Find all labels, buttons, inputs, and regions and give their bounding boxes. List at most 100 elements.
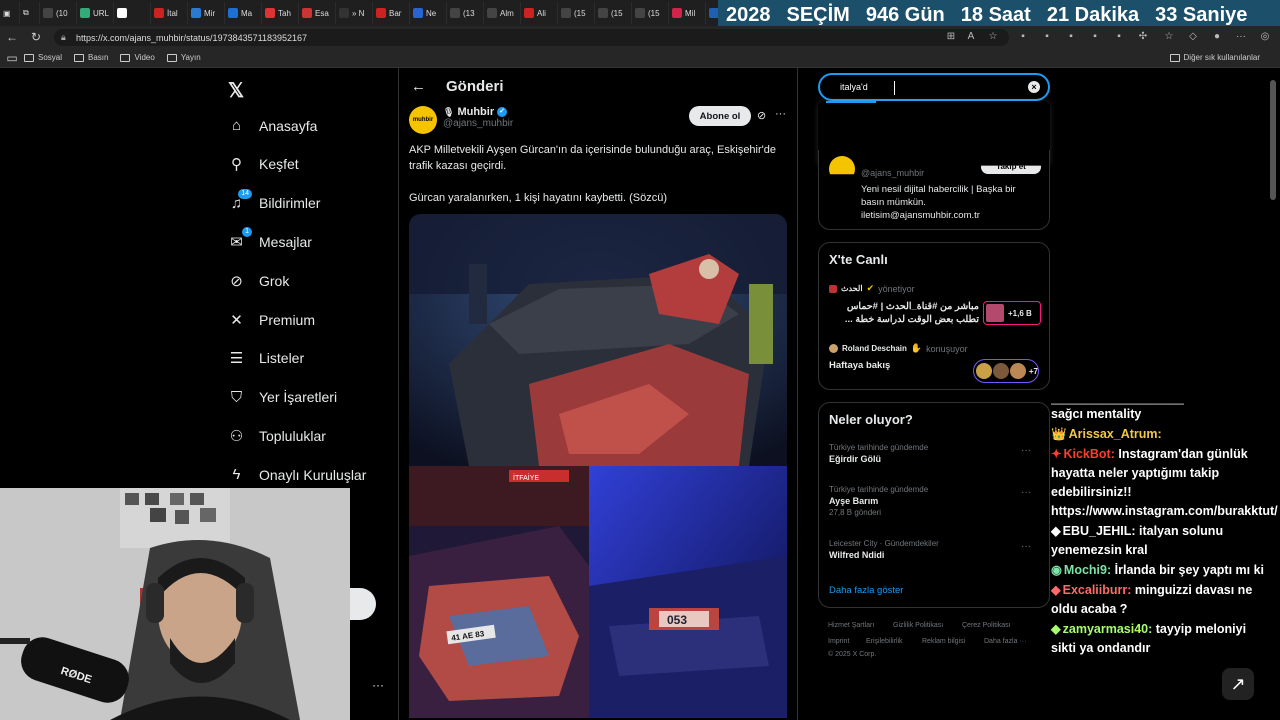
search-input[interactable]: italya'd × [818,73,1050,101]
sidebar-item-1[interactable]: ⚲ Keşfet [228,156,299,173]
browser-tab[interactable]: Ali [521,2,558,24]
screen-icon[interactable]: ⊞ [944,30,958,44]
trend-context: Türkiye tarihinde gündemde [829,443,929,452]
follow-button[interactable]: Takip et [981,165,1041,174]
back-arrow-icon[interactable]: ← [411,78,426,95]
post-text-line-1: AKP Milletvekili Ayşen Gürcan'ın da içer… [409,144,776,172]
other-bookmarks[interactable]: Diğer sık kullanılanlar [1169,53,1260,62]
trend-more-icon[interactable]: ··· [1021,445,1031,456]
puzzle-icon[interactable]: ✣ [1136,30,1150,44]
profile-avatar[interactable] [829,156,855,175]
page-scrollbar[interactable] [1270,80,1276,200]
post-button-fragment[interactable] [348,588,376,620]
sidebar-item-9[interactable]: ϟ Onaylı Kuruluşlar [228,466,367,483]
chat-badge-icon: 👑 [1051,427,1067,441]
url-field[interactable]: 🔒︎ https://x.com/ajans_muhbir/status/197… [54,29,1009,46]
profile-handle[interactable]: @ajans_muhbir [861,168,924,178]
sidebar-item-4[interactable]: ⊘ Grok [228,272,289,290]
live-space-1[interactable]: مباشر من #قناة_الحدث | #حماس تطلب بعض ال… [829,300,979,326]
x-logo-icon[interactable]: 𝕏 [228,78,244,103]
footer-link[interactable]: Erişilebilirlik [866,638,903,645]
browser-tab[interactable]: Bar [373,2,410,24]
footer-link[interactable]: Daha fazla ··· [984,638,1026,645]
extension-icon[interactable]: ▪ [1088,30,1102,44]
shield-icon[interactable]: ◇ [1186,30,1200,44]
chat-username: EBU_JEHIL: [1062,524,1136,538]
browser-tab[interactable]: (15 [558,2,595,24]
browser-tab[interactable]: Ma [225,2,262,24]
post-photo-3[interactable]: 053 [589,466,787,718]
clear-search-icon[interactable]: × [1028,81,1040,93]
bookmark-bar-icon[interactable]: ▭ [0,51,24,65]
live-space-2-listeners[interactable]: +7 [973,359,1039,383]
show-more-link[interactable]: Daha fazla göster [829,585,903,596]
footer-link[interactable]: Hizmet Şartları [828,622,874,629]
favorite-star-icon[interactable]: ☆ [986,30,1000,44]
trend-item[interactable]: Leicester City · Gündemdekiler Wilfred Nd… [829,539,1041,560]
trend-item[interactable]: Türkiye tarihinde gündemde Eğirdir Gölü ··… [829,443,1041,464]
trend-more-icon[interactable]: ··· [1021,487,1031,498]
footer-link[interactable]: Reklam bilgisi [922,638,965,645]
browser-tab[interactable]: Tah [262,2,299,24]
tab-actions-icon[interactable]: ⧉ [20,2,40,24]
live-space-1-listeners[interactable]: +1,6 B [983,301,1041,325]
tab-favicon-icon [228,8,238,18]
browser-tab[interactable]: » N [336,2,373,24]
sidebar-item-8[interactable]: ⚇ Topluluklar [228,427,326,445]
browser-tab[interactable]: Esa [299,2,336,24]
browser-tab[interactable]: Ne [410,2,447,24]
copilot-icon[interactable]: ◎ [1258,30,1272,44]
sidebar-item-0[interactable]: ⌂ Anasayfa [228,117,317,134]
sidebar-item-5[interactable]: ✕ Premium [228,311,315,329]
mobile-app-icon[interactable]: ↗ [1222,668,1254,700]
bookmark-folder-video[interactable]: Video [120,53,155,62]
more-dots[interactable]: ··· [372,678,384,692]
bookmark-folder-yayin[interactable]: Yayın [166,53,201,62]
extension-icon[interactable]: ▪ [1016,30,1030,44]
workspaces-icon[interactable]: ▣ [0,2,20,24]
footer-link[interactable]: Gizlilik Politikası [893,622,943,629]
subscribe-button[interactable]: Abone ol [689,106,751,126]
trend-more-icon[interactable]: ··· [1021,541,1031,552]
bookmark-folder-basin[interactable]: Basın [74,53,108,62]
read-aloud-icon[interactable]: A [964,30,978,44]
author-handle[interactable]: @ajans_muhbir [443,118,513,129]
menu-dots-icon[interactable]: ··· [1234,30,1248,44]
browser-tab[interactable]: URL [77,2,114,24]
extension-icon[interactable]: ▪ [1040,30,1054,44]
grok-explain-icon[interactable]: ⊘ [757,109,766,122]
browser-tab[interactable]: İtal [151,2,188,24]
trend-item[interactable]: Türkiye tarihinde gündemde Ayşe Barım 27,8… [829,485,1041,517]
bookmark-folder-sosyal[interactable]: Sosyal [24,53,62,62]
loading-bar [826,101,876,103]
browser-tab[interactable]: (10 [40,2,77,24]
back-icon[interactable]: ← [0,30,24,44]
post-photo-1[interactable] [409,214,787,466]
browser-tab[interactable]: Mir [188,2,225,24]
sidebar-item-2[interactable]: ♫ 14 Bildirimler [228,188,320,212]
browser-tab[interactable]: Mil [669,2,706,24]
author-name[interactable]: Muhbir [457,106,494,118]
sidebar-item-3[interactable]: ✉ 1 Mesajlar [228,227,312,251]
listener-avatar-icon [986,304,1004,322]
tab-label: Mir [204,8,216,18]
reload-icon[interactable]: ↻ [24,30,48,44]
author-avatar[interactable]: muhbir [409,106,437,134]
live-space-2[interactable]: Haftaya bakış [829,360,890,371]
more-options-icon[interactable]: ··· [775,108,786,120]
extension-icon[interactable]: ▪ [1112,30,1126,44]
post-photo-2[interactable]: İTFAİYE 41 AE 83 [409,466,589,718]
browser-tab[interactable] [114,2,151,24]
browser-tab[interactable]: (15 [595,2,632,24]
extension-icon[interactable]: ▪ [1064,30,1078,44]
sidebar-item-6[interactable]: ☰ Listeler [228,350,304,367]
footer-link[interactable]: Imprint [828,638,849,645]
browser-tab[interactable]: Alm [484,2,521,24]
browser-tab[interactable]: (13 [447,2,484,24]
browser-tab[interactable]: (15 [632,2,669,24]
chat-message: ◉ Mochi9: İrlanda bir şey yaptı mı ki [1051,561,1273,580]
sidebar-item-7[interactable]: ⛉ Yer İşaretleri [228,389,337,406]
favorites-icon[interactable]: ☆ [1162,30,1176,44]
footer-link[interactable]: Çerez Politikası [962,622,1011,629]
profile-avatar-icon[interactable]: ● [1210,30,1224,44]
